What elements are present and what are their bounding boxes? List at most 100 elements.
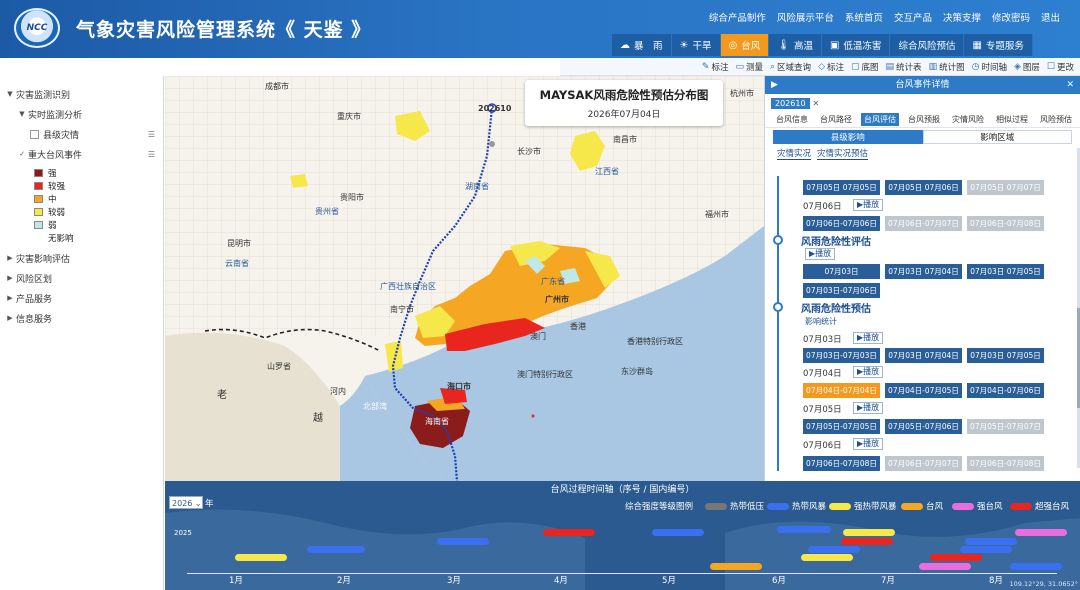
typhoon-tag[interactable]: 202610: [771, 97, 810, 109]
play-button[interactable]: ▶播放: [853, 402, 884, 414]
tree-disaster-monitoring[interactable]: ▼ 灾害监测识别: [0, 84, 163, 104]
play-button[interactable]: ▶播放: [805, 248, 836, 260]
nav-interactive-products[interactable]: 交互产品: [894, 10, 932, 24]
date-button[interactable]: 07月06日-07月06日: [803, 216, 880, 231]
tool-edit[interactable]: ☐ 更改: [1047, 61, 1074, 73]
typhoon-bar[interactable]: [808, 546, 860, 553]
typhoon-bar[interactable]: [801, 554, 853, 561]
date-button[interactable]: 07月05日 07月05日: [803, 180, 880, 195]
subtab-assessment[interactable]: 台风评估: [861, 113, 899, 126]
tool-label[interactable]: ◇ 标注: [818, 61, 844, 73]
tab-rainstorm[interactable]: ☁ 暴 雨: [612, 34, 672, 56]
tool-measure[interactable]: ▭ 测量: [735, 61, 763, 73]
date-button[interactable]: 07月03日 07月04日: [885, 348, 962, 363]
tool-stat-chart[interactable]: ▥ 统计图: [929, 61, 965, 73]
typhoon-bar[interactable]: [710, 563, 762, 570]
typhoon-bar[interactable]: [652, 529, 704, 536]
tab-comprehensive-risk[interactable]: 综合风险预估: [890, 34, 965, 56]
year-select[interactable]: 2026 ⌄: [169, 496, 203, 509]
inner-tab-estimate[interactable]: 灾情实况预估: [817, 147, 869, 160]
date-button[interactable]: 07月06日-07月08日: [967, 216, 1044, 231]
tool-timeline[interactable]: ◷ 时间轴: [972, 61, 1007, 73]
mode-county[interactable]: 县级影响: [773, 130, 923, 144]
tab-low-temp[interactable]: ▣ 低温冻害: [821, 34, 891, 56]
play-button[interactable]: ▶播放: [853, 366, 884, 378]
checkmark-icon[interactable]: ✓: [16, 150, 28, 158]
play-button[interactable]: ▶播放: [853, 199, 884, 211]
typhoon-bar[interactable]: [235, 554, 287, 561]
date-button[interactable]: 07月05日-07月07日: [967, 419, 1044, 434]
typhoon-bar[interactable]: [1015, 529, 1067, 536]
typhoon-bar[interactable]: [543, 529, 595, 536]
impact-stats-link[interactable]: 影响统计: [805, 316, 837, 327]
subtab-risk-estimate[interactable]: 风险预估: [1037, 113, 1075, 126]
typhoon-bar[interactable]: [930, 554, 982, 561]
close-tag-icon[interactable]: ✕: [813, 99, 820, 108]
date-button[interactable]: 07月06日-07月07日: [885, 216, 962, 231]
tool-layers[interactable]: ◈ 图层: [1014, 61, 1040, 73]
date-button[interactable]: 07月05日 07月06日: [885, 180, 962, 195]
date-button[interactable]: 07月03日-07月06日: [803, 283, 880, 298]
tree-product-service[interactable]: ▶ 产品服务: [0, 288, 163, 308]
date-button[interactable]: 07月06日-07月07日: [885, 456, 962, 471]
typhoon-bar[interactable]: [1010, 563, 1062, 570]
mode-region[interactable]: 影响区域: [922, 130, 1072, 144]
tree-major-typhoon[interactable]: ✓ 重大台风事件 ☰: [0, 144, 163, 164]
date-button[interactable]: 07月06日-07月08日: [803, 456, 880, 471]
county-checkbox[interactable]: [30, 129, 39, 139]
tree-impact-assessment[interactable]: ▶ 灾害影响评估: [0, 248, 163, 268]
subtab-forecast[interactable]: 台风预报: [905, 113, 943, 126]
map-view[interactable]: MAYSAK风雨危险性预估分布图 2026年07月04日 202610 成都市 …: [165, 76, 764, 481]
date-button[interactable]: 07月03日 07月05日: [967, 348, 1044, 363]
date-button[interactable]: 07月05日 07月07日: [967, 180, 1044, 195]
menu-icon[interactable]: ☰: [148, 130, 155, 139]
date-button-selected[interactable]: 07月04日-07月04日: [803, 383, 880, 398]
subtab-info[interactable]: 台风信息: [773, 113, 811, 126]
tool-basemap[interactable]: ▢ 底图: [851, 61, 879, 73]
date-button[interactable]: 07月06日-07月08日: [967, 456, 1044, 471]
tree-realtime-analysis[interactable]: ▼ 实时监测分析: [0, 104, 163, 124]
nav-logout[interactable]: 退出: [1041, 10, 1060, 24]
tab-special-service[interactable]: ▦ 专题服务: [964, 34, 1033, 56]
subtab-path[interactable]: 台风路径: [817, 113, 855, 126]
menu-icon[interactable]: ☰: [148, 150, 155, 159]
typhoon-bar[interactable]: [307, 546, 365, 553]
nav-product-making[interactable]: 综合产品制作: [709, 10, 766, 24]
tool-area-query[interactable]: ⌕ 区域查询: [770, 61, 811, 73]
date-button[interactable]: 07月04日-07月05日: [885, 383, 962, 398]
typhoon-bar[interactable]: [843, 529, 895, 536]
subtab-disaster-risk[interactable]: 灾情风险: [949, 113, 987, 126]
date-button[interactable]: 07月03日 07月04日: [885, 264, 962, 279]
map-canvas[interactable]: [165, 76, 764, 481]
date-button[interactable]: 07月03日-07月03日: [803, 348, 880, 363]
date-button[interactable]: 07月04日-07月06日: [967, 383, 1044, 398]
date-button[interactable]: 07月03日 07月05日: [967, 264, 1044, 279]
close-icon[interactable]: ✕: [1066, 76, 1074, 94]
tab-high-temp[interactable]: 🌡 高温: [769, 34, 822, 56]
play-button[interactable]: ▶播放: [853, 438, 884, 450]
nav-home[interactable]: 系统首页: [845, 10, 883, 24]
tree-info-service[interactable]: ▶ 信息服务: [0, 308, 163, 328]
typhoon-bar[interactable]: [919, 563, 971, 570]
tree-risk-zoning[interactable]: ▶ 风险区划: [0, 268, 163, 288]
subtab-similar[interactable]: 相似过程: [993, 113, 1031, 126]
typhoon-bar[interactable]: [777, 526, 831, 533]
nav-change-password[interactable]: 修改密码: [992, 10, 1030, 24]
tool-stat-table[interactable]: ▤ 统计表: [886, 61, 922, 73]
tool-mark[interactable]: ✎ 标注: [702, 61, 729, 73]
nav-decision-support[interactable]: 决策支撑: [943, 10, 981, 24]
nav-risk-display[interactable]: 风险展示平台: [777, 10, 834, 24]
tab-typhoon[interactable]: ◎ 台风: [720, 34, 770, 56]
date-button[interactable]: 07月05日-07月06日: [885, 419, 962, 434]
date-button[interactable]: 07月05日-07月05日: [803, 419, 880, 434]
typhoon-bar[interactable]: [960, 546, 1012, 553]
date-button[interactable]: 07月03日: [803, 264, 880, 279]
typhoon-bar[interactable]: [965, 538, 1017, 545]
typhoon-bar[interactable]: [841, 538, 893, 545]
tree-county-disaster[interactable]: 县级灾情 ☰: [0, 124, 163, 144]
collapse-right-icon[interactable]: ▶: [771, 76, 778, 94]
inner-tab-actual[interactable]: 灾情实况: [777, 147, 812, 160]
typhoon-bar[interactable]: [437, 538, 489, 545]
tab-drought[interactable]: ☀ 干旱: [671, 34, 721, 56]
play-button[interactable]: ▶播放: [853, 332, 884, 344]
